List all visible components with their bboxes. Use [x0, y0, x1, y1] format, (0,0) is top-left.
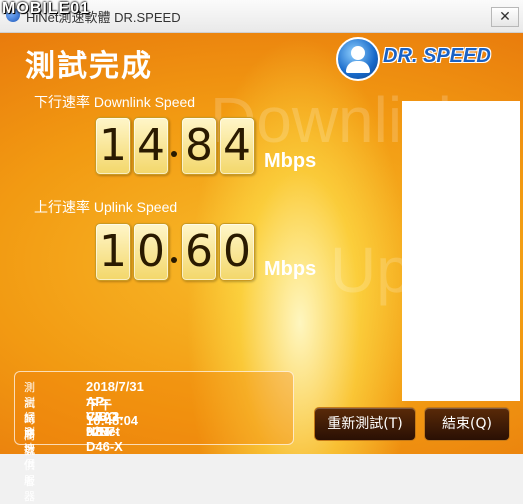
result-panel: Downlink Uplink 測試完成 DR. SPEED 下行速率 Down…: [0, 33, 523, 503]
downlink-unit: Mbps: [264, 150, 317, 172]
uplink-digit: 6: [181, 223, 217, 281]
logo-text: DR. SPEED: [383, 45, 491, 67]
uplink-digit: 0: [219, 223, 255, 281]
uplink-digit: 0: [133, 223, 169, 281]
close-button[interactable]: ✕: [491, 7, 519, 27]
downlink-label: 下行速率 Downlink Speed: [34, 94, 196, 110]
watermark: MOBILE01: [2, 0, 91, 17]
uplink-readout: 1 0 6 0: [95, 223, 255, 281]
uplink-label: 上行速率 Uplink Speed: [34, 199, 178, 215]
title-bar: HiNet測速軟體 DR.SPEED MOBILE01 ✕: [0, 0, 523, 33]
page-title: 測試完成: [25, 49, 153, 84]
retest-button[interactable]: 重新測試(T): [314, 407, 416, 441]
info-value: HiNet: [86, 424, 120, 439]
doctor-icon: [336, 37, 380, 81]
downlink-digit: 1: [95, 117, 131, 175]
downlink-digit: 4: [219, 117, 255, 175]
decimal-point: [171, 151, 177, 157]
dr-speed-logo: DR. SPEED: [336, 37, 508, 81]
test-info-box: 測試時間 2018/7/31 下午 10:48:04 測試序號 AP-C8A2-…: [14, 371, 294, 503]
downlink-digit: 4: [133, 117, 169, 175]
downlink-digit: 8: [181, 117, 217, 175]
uplink-digit: 1: [95, 223, 131, 281]
uplink-unit: Mbps: [264, 258, 317, 280]
downlink-readout: 1 4 8 4: [95, 117, 255, 175]
info-key: 測速伺服器: [24, 426, 35, 503]
finish-button[interactable]: 結束(Q): [424, 407, 510, 441]
decimal-point: [171, 257, 177, 263]
blank-panel: [402, 101, 520, 401]
